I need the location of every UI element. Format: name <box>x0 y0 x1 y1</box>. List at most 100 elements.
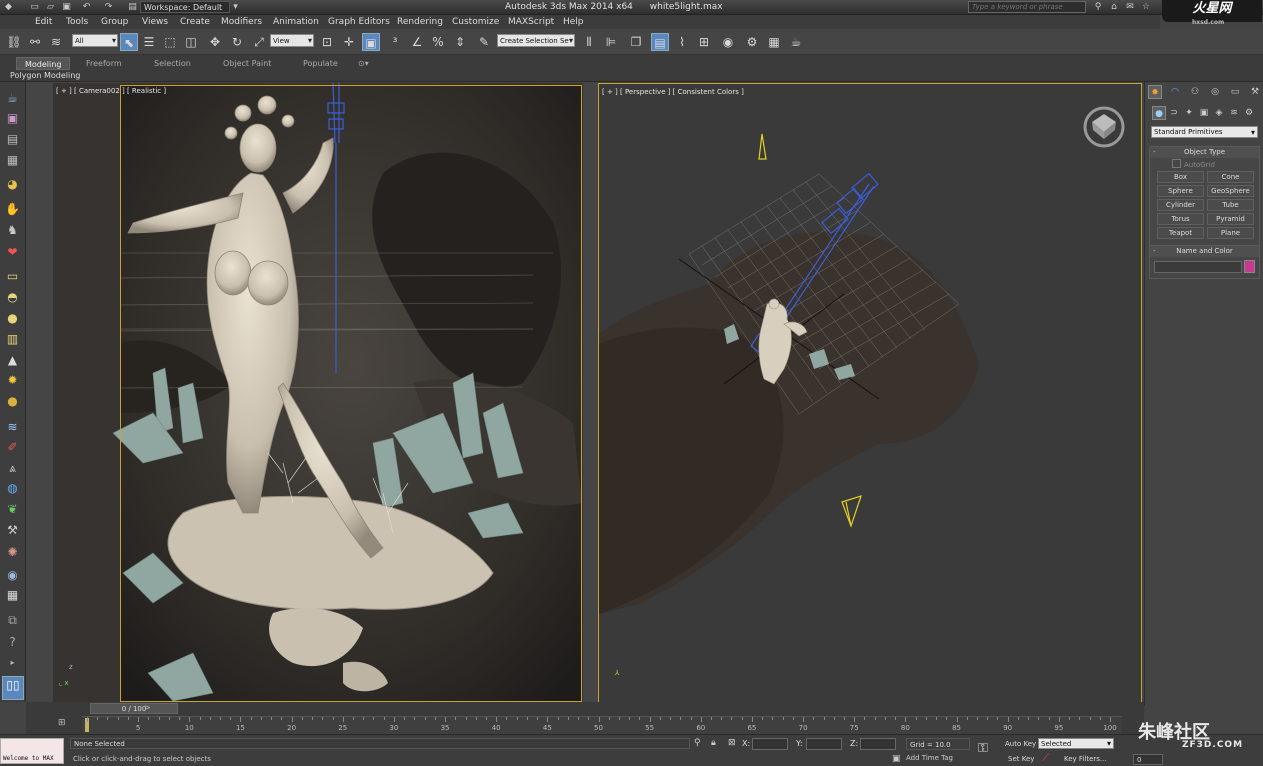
geometry-icon[interactable]: ● <box>1152 106 1166 120</box>
communication-icon[interactable]: ✉ <box>1124 1 1136 13</box>
spinner-snap-icon[interactable]: ⇕ <box>451 33 469 51</box>
systems-icon[interactable]: ⚙ <box>1242 106 1256 120</box>
menu-tools[interactable]: Tools <box>66 17 88 27</box>
bind-space-warp-icon[interactable]: ≋ <box>47 33 65 51</box>
bone-icon[interactable]: ✋ <box>4 201 21 218</box>
menu-create[interactable]: Create <box>180 17 210 27</box>
motion-tab-icon[interactable]: ◎ <box>1208 85 1222 99</box>
device-icon[interactable]: ⧉ <box>4 612 21 629</box>
autogrid-checkbox[interactable]: AutoGrid <box>1172 159 1215 169</box>
search-input[interactable] <box>968 1 1086 13</box>
z-coordinate-field[interactable] <box>860 738 896 750</box>
undo-icon[interactable]: ↶ <box>80 1 93 14</box>
primitive-category-dropdown[interactable]: Standard Primitives <box>1151 126 1258 138</box>
perspective-viewport-label[interactable]: [ + ] [ Perspective ] [ Consistent Color… <box>602 88 744 96</box>
character-icon[interactable]: ♞ <box>4 222 21 239</box>
plane-primitive-icon[interactable]: ▭ <box>4 268 21 285</box>
binoculars-icon[interactable]: ⚲ <box>1092 1 1104 13</box>
modify-tab-icon[interactable]: ◠ <box>1168 85 1182 99</box>
layer-manager-icon[interactable]: ❐ <box>627 33 645 51</box>
menu-group[interactable]: Group <box>101 17 128 27</box>
space-warps-icon[interactable]: ≋ <box>1227 106 1241 120</box>
maxscript-listener[interactable]: Welcome to MAX <box>0 738 64 764</box>
menu-graph-editors[interactable]: Graph Editors <box>328 17 390 27</box>
cone-icon[interactable]: ▲ <box>4 352 21 369</box>
sphere-button[interactable]: Sphere <box>1157 185 1204 197</box>
edit-named-selection-icon[interactable]: ✎ <box>475 33 493 51</box>
menu-customize[interactable]: Customize <box>452 17 499 27</box>
y-coordinate-field[interactable] <box>806 738 842 750</box>
curve-editor-icon[interactable]: ⌇ <box>673 33 691 51</box>
menu-animation[interactable]: Animation <box>273 17 319 27</box>
rotate-icon[interactable]: ↻ <box>228 33 246 51</box>
lights-icon[interactable]: ✦ <box>1182 106 1196 120</box>
hair-icon[interactable]: ≋ <box>4 419 21 436</box>
new-file-icon[interactable]: ▭ <box>28 1 41 14</box>
cameras-icon[interactable]: ▣ <box>1197 106 1211 120</box>
scale-icon[interactable]: ⤢ <box>250 33 268 51</box>
select-object-icon[interactable]: ⬉ <box>120 33 138 51</box>
layer-icon[interactable]: ▤ <box>4 131 21 148</box>
key-filters-button[interactable]: Key Filters... <box>1064 755 1107 763</box>
tab-modeling[interactable]: Modeling <box>16 57 71 70</box>
object-name-field[interactable] <box>1154 261 1242 273</box>
help-icon[interactable]: ? <box>4 634 21 651</box>
utilities-tab-icon[interactable]: ⚒ <box>1248 85 1262 99</box>
name-color-header[interactable]: Name and Color <box>1150 246 1259 257</box>
viewcube-icon[interactable] <box>1083 106 1125 148</box>
menu-edit[interactable]: Edit <box>35 17 52 27</box>
object-type-header[interactable]: Object Type <box>1150 147 1259 158</box>
sun-icon[interactable]: ✹ <box>4 372 21 389</box>
absolute-mode-icon[interactable]: ⊠ <box>728 738 736 748</box>
add-time-tag[interactable]: Add Time Tag <box>906 754 953 762</box>
helpers-icon[interactable]: ◈ <box>1212 106 1226 120</box>
teapot-button[interactable]: Teapot <box>1157 227 1204 239</box>
mini-curve-editor-icon[interactable]: ⊞ <box>58 718 66 728</box>
auto-key-button[interactable]: Auto Key <box>1005 740 1036 748</box>
time-tag-icon[interactable]: ▣ <box>892 754 901 764</box>
x-coordinate-field[interactable] <box>752 738 788 750</box>
display-tab-icon[interactable]: ▭ <box>1228 85 1242 99</box>
camera-viewport-label[interactable]: [ + ] [ Camera002 ] [ Realistic ] <box>56 87 166 95</box>
pin-icon[interactable]: ⚲ <box>694 738 701 748</box>
particle-icon[interactable]: ● <box>4 393 21 410</box>
tab-selection[interactable]: Selection <box>154 57 191 70</box>
lock-selection-icon[interactable]: 🔒︎ <box>711 738 716 748</box>
perspective-viewport[interactable]: [ + ] [ Perspective ] [ Consistent Color… <box>598 83 1142 703</box>
select-link-icon[interactable]: ⛓ <box>5 33 23 51</box>
subscription-icon[interactable]: ⌂ <box>1108 1 1120 13</box>
menu-modifiers[interactable]: Modifiers <box>221 17 262 27</box>
open-file-icon[interactable]: ▱ <box>44 1 57 14</box>
cylinder-button[interactable]: Cylinder <box>1157 199 1204 211</box>
workspace-dropdown[interactable]: Workspace: Default <box>140 1 230 13</box>
unlink-icon[interactable]: ⚯ <box>26 33 44 51</box>
key-icon[interactable]: ⚿ <box>978 741 988 756</box>
favorites-icon[interactable]: ☆ <box>1140 1 1152 13</box>
render-setup-icon[interactable]: ⚙ <box>743 33 761 51</box>
select-manipulate-icon[interactable]: ✛ <box>340 33 358 51</box>
keyboard-shortcut-override-icon[interactable]: ▣ <box>362 33 380 51</box>
pivot-center-icon[interactable]: ⊡ <box>318 33 336 51</box>
auto-key-selection-dropdown[interactable]: Selected <box>1038 738 1114 749</box>
app-menu-icon[interactable]: ◆ <box>2 1 15 14</box>
teapot-create-icon[interactable]: ☕ <box>4 90 21 107</box>
cone-button[interactable]: Cone <box>1207 171 1254 183</box>
light-bulb-icon[interactable]: ◕ <box>4 176 21 193</box>
dome-icon[interactable]: ◓ <box>4 289 21 306</box>
angle-snap-icon[interactable]: ∠ <box>408 33 426 51</box>
plane-button[interactable]: Plane <box>1207 227 1254 239</box>
named-selection-dropdown[interactable]: Create Selection Se <box>497 34 575 47</box>
paint-brush-icon[interactable]: ✐ <box>4 439 21 456</box>
viewport-layout-icon[interactable]: ▯▯ <box>2 676 24 700</box>
create-tab-icon[interactable]: ✸ <box>1148 85 1162 99</box>
camera-viewport[interactable]: [ + ] [ Camera002 ] [ Realistic ] z ⌞ x <box>53 83 583 703</box>
expand-arrow-icon[interactable]: ▸ <box>4 654 21 671</box>
select-by-name-icon[interactable]: ☰ <box>140 33 158 51</box>
window-crossing-icon[interactable]: ◫ <box>182 33 200 51</box>
shell-sphere-icon[interactable]: ◉ <box>4 567 21 584</box>
time-slider-next-icon[interactable]: > <box>144 703 151 712</box>
menu-maxscript[interactable]: MAXScript <box>508 17 554 27</box>
torus-button[interactable]: Torus <box>1157 213 1204 225</box>
menu-rendering[interactable]: Rendering <box>397 17 443 27</box>
move-icon[interactable]: ✥ <box>206 33 224 51</box>
